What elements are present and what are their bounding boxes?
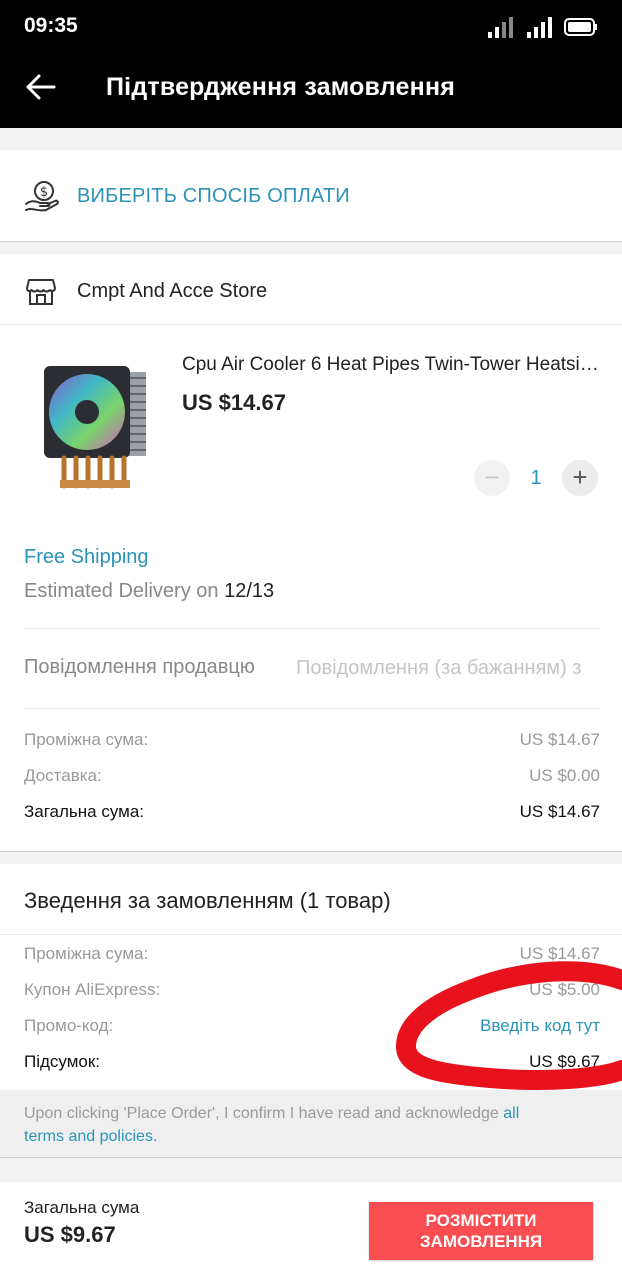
estimated-delivery-date: 12/13 — [224, 580, 275, 602]
store-shipping-label: Доставка: — [24, 766, 102, 785]
store-total-label: Загальна сума: — [24, 802, 145, 821]
terms-notice: Upon clicking 'Place Order', I confirm I… — [0, 1090, 622, 1158]
store-subtotal-label: Проміжна сума: — [24, 730, 149, 749]
summary-subtotal-row: Проміжна сума: US $14.67 — [24, 944, 600, 964]
grand-total-value: US $9.67 — [24, 1222, 116, 1247]
store-subtotal-row: Проміжна сума: US $14.67 — [24, 730, 600, 750]
app-bar: Підтвердження замовлення — [0, 56, 622, 128]
status-time: 09:35 — [24, 14, 78, 37]
summary-result-label: Підсумок: — [24, 1052, 101, 1071]
payment-hand-coin-icon: $ — [25, 181, 59, 212]
payment-method-row[interactable]: $ ВИБЕРІТЬ СПОСІБ ОПЛАТИ — [0, 150, 622, 242]
place-order-button[interactable]: РОЗМІСТИТИ ЗАМОВЛЕННЯ — [369, 1202, 593, 1260]
checkout-bottom-bar: Загальна сума US $9.67 РОЗМІСТИТИ ЗАМОВЛЕ… — [0, 1182, 622, 1280]
summary-coupon-label: Купон AliExpress: — [24, 980, 161, 999]
grand-total-label: Загальна сума — [24, 1198, 140, 1217]
terms-link-all[interactable]: all — [503, 1105, 519, 1122]
cell-signal-icon — [488, 17, 513, 38]
place-order-line1: РОЗМІСТИТИ — [425, 1211, 537, 1230]
summary-coupon-row[interactable]: Купон AliExpress: US $5.00 — [24, 980, 600, 1000]
product-price: US $14.67 — [182, 390, 286, 415]
select-payment-label[interactable]: ВИБЕРІТЬ СПОСІБ ОПЛАТИ — [77, 185, 350, 208]
quantity-value: 1 — [530, 467, 542, 489]
product-name[interactable]: Cpu Air Cooler 6 Heat Pipes Twin-Tower H… — [182, 354, 602, 376]
terms-link[interactable]: terms and policies. — [24, 1128, 157, 1145]
store-section: Cmpt And Acce Store Cpu Air Cooler 6 Hea… — [0, 254, 622, 852]
summary-promo-label: Промо-код: — [24, 1016, 114, 1035]
divider — [24, 628, 600, 629]
seller-message-label: Повідомлення продавцю — [24, 656, 255, 678]
summary-result-value: US $9.67 — [529, 1052, 600, 1071]
quantity-decrease-button[interactable]: − — [474, 460, 510, 496]
divider — [24, 708, 600, 709]
shipping-method[interactable]: Free Shipping — [24, 546, 149, 569]
svg-text:$: $ — [40, 185, 48, 200]
store-icon — [26, 279, 56, 305]
page-title: Підтвердження замовлення — [106, 73, 456, 101]
store-total-row: Загальна сума: US $14.67 — [24, 802, 600, 822]
store-name[interactable]: Cmpt And Acce Store — [77, 280, 267, 303]
store-subtotal-value: US $14.67 — [519, 730, 600, 749]
order-summary-section: Зведення за замовленням (1 товар) Проміж… — [0, 864, 622, 1090]
divider — [0, 934, 622, 935]
cell-signal-icon-2 — [527, 17, 552, 38]
divider — [0, 324, 622, 325]
terms-text: Upon clicking 'Place Order', I confirm I… — [24, 1105, 504, 1122]
enter-promo-code-link[interactable]: Введіть код тут — [480, 1016, 600, 1036]
summary-promo-row: Промо-код: Введіть код тут — [24, 1016, 600, 1036]
summary-subtotal-value: US $14.67 — [519, 944, 600, 963]
seller-message-input[interactable] — [296, 654, 598, 682]
summary-coupon-value: US $5.00 — [529, 980, 600, 999]
battery-icon — [564, 18, 597, 36]
store-total-value: US $14.67 — [519, 802, 600, 821]
place-order-line2: ЗАМОВЛЕННЯ — [419, 1232, 543, 1251]
summary-subtotal-label: Проміжна сума: — [24, 944, 149, 963]
store-shipping-row: Доставка: US $0.00 — [24, 766, 600, 786]
quantity-increase-button[interactable]: + — [562, 460, 598, 496]
estimated-delivery-label: Estimated Delivery on — [24, 580, 225, 602]
order-summary-title: Зведення за замовленням (1 товар) — [24, 888, 391, 913]
summary-result-row: Підсумок: US $9.67 — [24, 1052, 600, 1072]
estimated-delivery: Estimated Delivery on 12/13 — [24, 580, 274, 603]
back-arrow-icon[interactable] — [24, 72, 56, 102]
status-bar: 09:35 — [0, 0, 622, 56]
store-shipping-value: US $0.00 — [529, 766, 600, 785]
product-image[interactable] — [24, 346, 164, 496]
